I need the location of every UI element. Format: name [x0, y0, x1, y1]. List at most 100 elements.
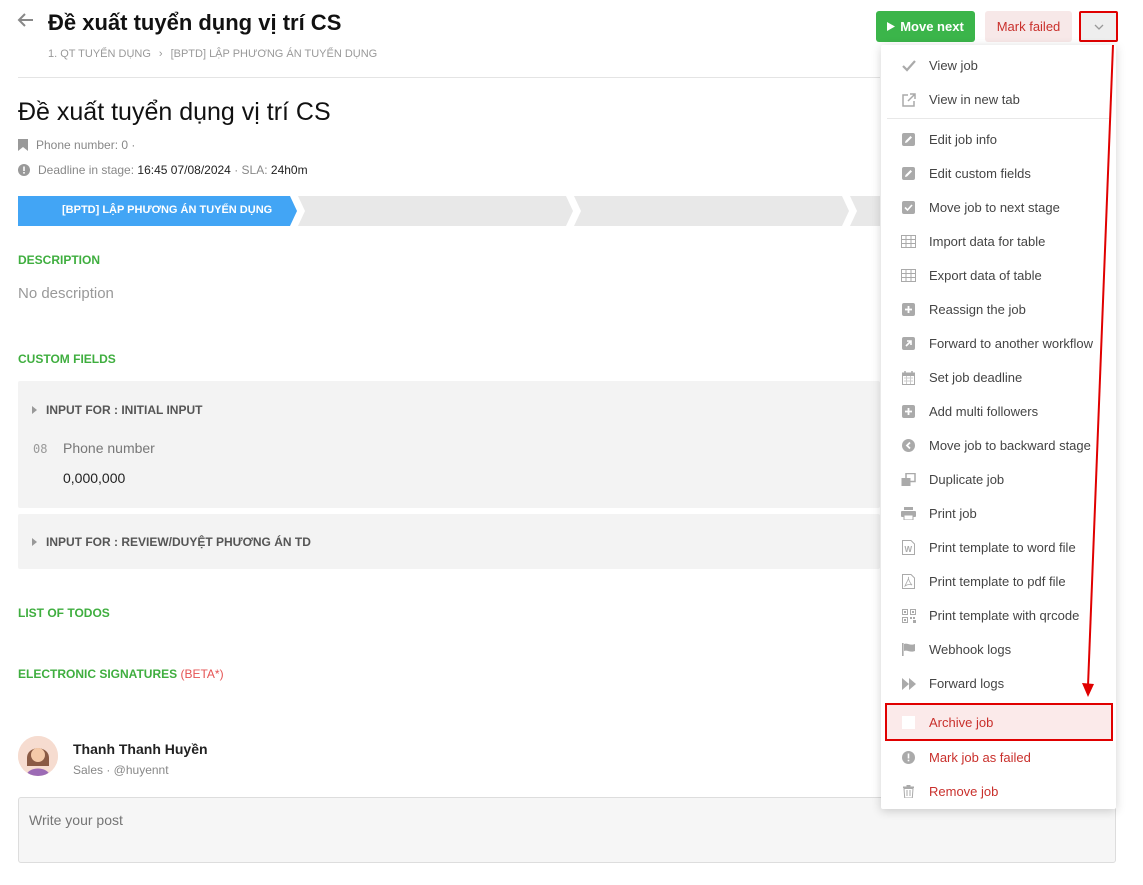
- stage-later[interactable]: [574, 196, 849, 226]
- menu-item-forward-workflow[interactable]: Forward to another workflow: [881, 327, 1116, 359]
- menu-item-print-qrcode[interactable]: Print template with qrcode: [881, 599, 1116, 631]
- menu-item-label: Print template with qrcode: [929, 607, 1080, 623]
- menu-item-label: Duplicate job: [929, 471, 1005, 487]
- plus-square-icon: [901, 404, 916, 419]
- stage-last[interactable]: [850, 196, 880, 226]
- menu-item-label: Set job deadline: [929, 369, 1023, 385]
- menu-item-print-pdf[interactable]: Print template to pdf file: [881, 565, 1116, 597]
- menu-item-label: Add multi followers: [929, 403, 1039, 419]
- deadline-meta: Deadline in stage: 16:45 07/08/2024 · SL…: [18, 163, 308, 177]
- header-divider: [18, 77, 880, 78]
- menu-item-label: Remove job: [929, 783, 999, 799]
- custom-field-label: Phone number: [63, 440, 155, 456]
- menu-item-label: Edit job info: [929, 131, 997, 147]
- external-link-icon: [901, 92, 916, 107]
- edit-icon: [901, 132, 916, 147]
- menu-item-mark-failed[interactable]: Mark job as failed: [881, 741, 1116, 773]
- phone-meta-text: Phone number: 0 ·: [36, 138, 136, 152]
- avatar[interactable]: [18, 736, 58, 776]
- header-title: Đề xuất tuyển dụng vị trí CS: [48, 10, 342, 35]
- breadcrumb: 1. QT TUYỂN DỤNG › [BPTD] LẬP PHƯƠNG ÁN …: [48, 48, 377, 60]
- number-field-icon: 08: [33, 442, 48, 456]
- menu-item-label: Export data of table: [929, 267, 1042, 283]
- breadcrumb-workflow[interactable]: 1. QT TUYỂN DỤNG: [48, 48, 151, 60]
- actions-dropdown-menu: View job View in new tab Edit job info E…: [881, 45, 1116, 809]
- menu-item-forward-logs[interactable]: Forward logs: [881, 667, 1116, 699]
- move-next-button[interactable]: Move next: [876, 11, 975, 42]
- menu-item-label: Print template to word file: [929, 539, 1076, 555]
- custom-field-group-header[interactable]: INPUT FOR : INITIAL INPUT: [32, 403, 202, 417]
- custom-field-group-initial: INPUT FOR : INITIAL INPUT 08 Phone numbe…: [18, 381, 880, 508]
- menu-item-label: Move job to backward stage: [929, 437, 1091, 453]
- menu-item-label: Print template to pdf file: [929, 573, 1066, 589]
- svg-text:W: W: [905, 545, 913, 554]
- forward-square-icon: [901, 336, 916, 351]
- table-icon: [901, 234, 916, 249]
- menu-item-print-word[interactable]: W Print template to word file: [881, 531, 1116, 563]
- menu-item-edit-job-info[interactable]: Edit job info: [881, 123, 1116, 155]
- table-icon: [901, 268, 916, 283]
- menu-item-export-table[interactable]: Export data of table: [881, 259, 1116, 291]
- qrcode-icon: [901, 608, 916, 623]
- menu-item-view-job[interactable]: View job: [881, 49, 1116, 81]
- mark-failed-button[interactable]: Mark failed: [985, 11, 1072, 42]
- edit-icon: [901, 166, 916, 181]
- menu-item-reassign[interactable]: Reassign the job: [881, 293, 1116, 325]
- menu-item-set-deadline[interactable]: Set job deadline: [881, 361, 1116, 393]
- menu-item-label: Webhook logs: [929, 641, 1012, 657]
- calendar-icon: [901, 370, 916, 385]
- menu-item-label: Forward logs: [929, 675, 1005, 691]
- user-name: Thanh Thanh Huyền: [73, 741, 208, 757]
- menu-item-print-job[interactable]: Print job: [881, 497, 1116, 529]
- deadline-label: Deadline in stage:: [38, 163, 135, 177]
- menu-item-archive-job[interactable]: Archive job: [885, 703, 1113, 741]
- menu-item-edit-custom-fields[interactable]: Edit custom fields: [881, 157, 1116, 189]
- menu-item-duplicate[interactable]: Duplicate job: [881, 463, 1116, 495]
- stage-next[interactable]: [298, 196, 573, 226]
- beta-badge: (BETA*): [180, 667, 224, 681]
- custom-field-value: 0,000,000: [63, 470, 126, 486]
- stage-progress-bar: [BPTD] LẬP PHƯƠNG ÁN TUYỂN DỤNG: [18, 196, 880, 226]
- menu-item-label: Archive job: [929, 714, 994, 730]
- e-signatures-label: ELECTRONIC SIGNATURES: [18, 667, 178, 681]
- menu-item-label: Edit custom fields: [929, 165, 1031, 181]
- todos-heading: LIST OF TODOS: [18, 606, 110, 620]
- exclamation-circle-icon: [18, 164, 30, 176]
- menu-item-move-next-stage[interactable]: Move job to next stage: [881, 191, 1116, 223]
- description-empty: No description: [18, 285, 114, 302]
- more-actions-dropdown-button[interactable]: [1079, 11, 1118, 42]
- menu-item-view-new-tab[interactable]: View in new tab: [881, 83, 1116, 115]
- menu-item-label: View in new tab: [929, 91, 1020, 107]
- menu-divider: [887, 118, 1109, 119]
- menu-item-add-followers[interactable]: Add multi followers: [881, 395, 1116, 427]
- custom-field-group-title: INPUT FOR : REVIEW/DUYỆT PHƯƠNG ÁN TD: [46, 535, 311, 549]
- menu-item-label: Reassign the job: [929, 301, 1026, 317]
- back-arrow-icon[interactable]: [16, 10, 36, 30]
- duplicate-icon: [901, 472, 916, 487]
- custom-field-group-review: INPUT FOR : REVIEW/DUYỆT PHƯƠNG ÁN TD: [18, 514, 880, 569]
- chevron-right-icon: ›: [158, 48, 163, 60]
- breadcrumb-stage[interactable]: [BPTD] LẬP PHƯƠNG ÁN TUYỂN DỤNG: [171, 48, 378, 60]
- menu-item-label: Move job to next stage: [929, 199, 1060, 215]
- job-title: Đề xuất tuyển dụng vị trí CS: [18, 98, 331, 126]
- menu-item-remove-job[interactable]: Remove job: [881, 775, 1116, 807]
- e-signatures-heading: ELECTRONIC SIGNATURES (BETA*): [18, 667, 224, 681]
- menu-item-import-table[interactable]: Import data for table: [881, 225, 1116, 257]
- phone-meta: Phone number: 0 ·: [18, 138, 135, 152]
- custom-fields-heading: CUSTOM FIELDS: [18, 352, 116, 366]
- check-icon: [901, 58, 916, 73]
- caret-right-icon: [32, 406, 37, 414]
- menu-item-move-backward[interactable]: Move job to backward stage: [881, 429, 1116, 461]
- move-next-label: Move next: [900, 19, 964, 34]
- menu-item-webhook-logs[interactable]: Webhook logs: [881, 633, 1116, 665]
- user-subtitle: Sales · @huyennt: [73, 763, 169, 777]
- sla-label: · SLA:: [234, 163, 268, 177]
- custom-field-group-title: INPUT FOR : INITIAL INPUT: [46, 403, 203, 417]
- custom-field-group-header[interactable]: INPUT FOR : REVIEW/DUYỆT PHƯƠNG ÁN TD: [32, 535, 311, 549]
- flag-icon: [901, 642, 916, 657]
- trash-icon: [901, 784, 916, 799]
- exclamation-circle-icon: [901, 750, 916, 765]
- menu-item-label: Import data for table: [929, 233, 1046, 249]
- deadline-value: 16:45 07/08/2024: [137, 163, 231, 177]
- pdf-file-icon: [901, 574, 916, 589]
